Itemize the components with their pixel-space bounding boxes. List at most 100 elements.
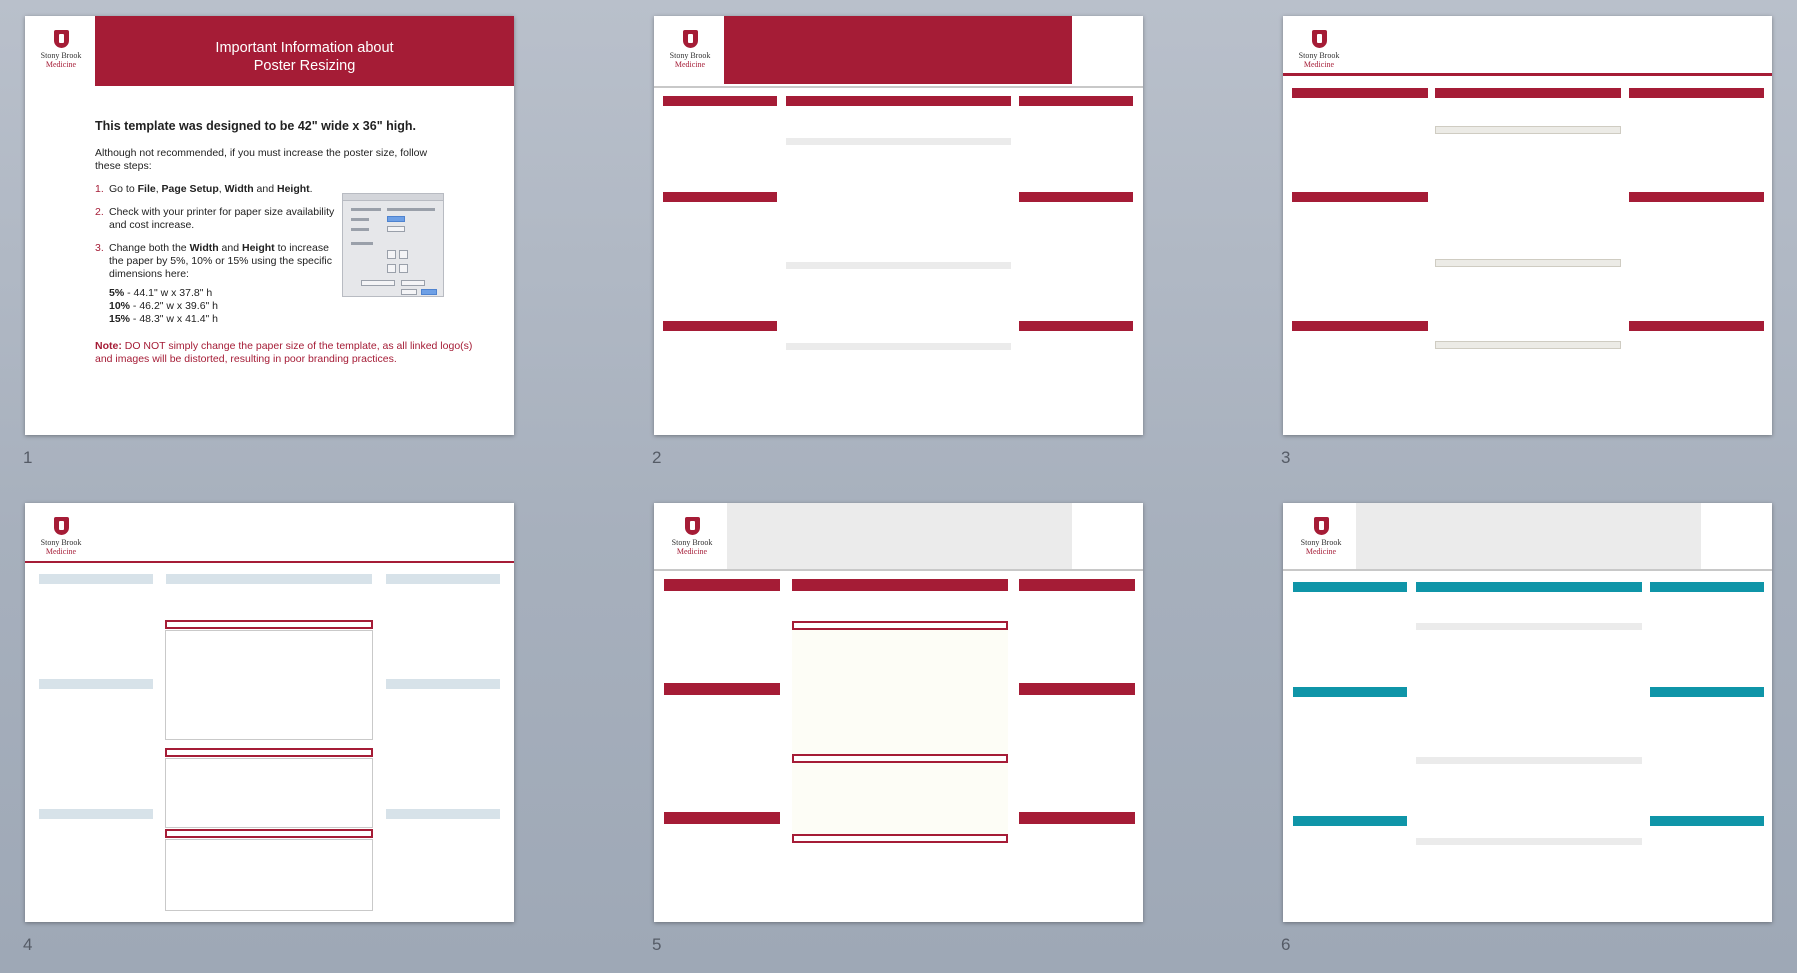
slide-1-thumbnail[interactable]: Stony Brook Medicine Important Informati…	[25, 16, 514, 435]
image-caption-frame	[792, 621, 1008, 630]
step-number: 1.	[95, 183, 104, 195]
header-rule	[25, 561, 514, 563]
section-header	[1293, 816, 1407, 826]
section-header	[664, 683, 780, 695]
section-header	[1293, 582, 1407, 592]
section-header	[1629, 192, 1764, 202]
image-caption-frame	[165, 748, 373, 757]
slide-2-thumbnail[interactable]: Stony Brook Medicine	[654, 16, 1143, 435]
dimension-15: 15% - 48.3" w x 41.4" h	[109, 313, 475, 326]
step3-text: Change both the	[109, 242, 190, 254]
caption-bar	[786, 343, 1011, 350]
section-header	[386, 574, 500, 584]
header-line1: Important Information about	[215, 40, 394, 56]
section-header	[1293, 687, 1407, 697]
section-header	[663, 192, 777, 202]
logo-line1: Stony Brook	[1298, 51, 1340, 60]
slide1-header: Important Information about Poster Resiz…	[95, 16, 514, 86]
step3-text: and	[218, 242, 242, 254]
dialog-line	[351, 228, 369, 231]
header-line2: Poster Resizing	[253, 58, 356, 74]
image-caption-frame	[165, 829, 373, 838]
header-rule	[1283, 73, 1772, 76]
caption-bar	[786, 262, 1011, 269]
slide-3-thumbnail[interactable]: Stony Brook Medicine	[1283, 16, 1772, 435]
shield-icon	[1313, 517, 1329, 535]
section-header	[792, 579, 1008, 591]
section-header	[1650, 816, 1764, 826]
section-header	[166, 574, 372, 584]
section-header	[1292, 321, 1428, 331]
slide1-intro: Although not recommended, if you must in…	[95, 147, 428, 172]
caption-bar	[1416, 623, 1642, 630]
caption-bar	[1416, 838, 1642, 845]
step1-text: and	[253, 183, 277, 195]
step-1: 1. Go to File, Page Setup, Width and Hei…	[95, 183, 340, 196]
section-header	[1650, 582, 1764, 592]
section-header	[663, 96, 777, 106]
section-header	[1019, 192, 1133, 202]
slide1-note: Note: DO NOT simply change the paper siz…	[95, 340, 475, 366]
dim-pct: 10%	[109, 300, 131, 312]
section-header	[1019, 579, 1135, 591]
dialog-line	[351, 218, 369, 221]
section-header	[1629, 321, 1764, 331]
stony-brook-logo: Stony Brook Medicine	[664, 517, 720, 556]
step3-height: Height	[242, 242, 275, 254]
section-header	[1292, 88, 1428, 98]
image-placeholder	[165, 839, 373, 911]
slide-4-thumbnail[interactable]: Stony Brook Medicine	[25, 503, 514, 922]
slide-6-thumbnail[interactable]: Stony Brook Medicine	[1283, 503, 1772, 922]
logo-line2: Medicine	[674, 60, 706, 69]
header-rule	[1283, 569, 1772, 571]
logo-line2: Medicine	[45, 547, 77, 556]
header-rule	[654, 86, 1143, 88]
page-setup-dialog-image	[342, 193, 444, 297]
shield-icon	[684, 517, 700, 535]
image-placeholder	[165, 630, 373, 740]
section-header	[39, 574, 153, 584]
dialog-icon	[387, 264, 396, 273]
dialog-button	[361, 280, 395, 286]
dim-value: - 44.1" w x 37.8" h	[124, 287, 213, 299]
logo-line1: Stony Brook	[669, 51, 711, 60]
section-header	[1019, 96, 1133, 106]
section-header	[1019, 321, 1133, 331]
step-number: 3.	[95, 242, 104, 254]
dialog-ok-button	[421, 289, 437, 295]
section-header	[1435, 88, 1621, 98]
section-header	[1292, 192, 1428, 202]
slide-5-number: 5	[652, 935, 662, 954]
dim-pct: 15%	[109, 313, 131, 325]
dialog-line	[351, 208, 381, 211]
image-caption-frame	[792, 834, 1008, 843]
title-block	[724, 16, 1072, 84]
stony-brook-logo: Stony Brook Medicine	[33, 30, 89, 69]
logo-line1: Stony Brook	[40, 51, 82, 60]
step2-text: Check with your printer for paper size a…	[109, 206, 335, 231]
step1-text: Go to	[109, 183, 138, 195]
dialog-icon	[399, 264, 408, 273]
slide-5-thumbnail[interactable]: Stony Brook Medicine	[654, 503, 1143, 922]
step1-page-setup: Page Setup	[161, 183, 219, 195]
section-header	[664, 579, 780, 591]
section-header	[39, 809, 153, 819]
slide-3-number: 3	[1281, 448, 1291, 467]
section-header	[39, 679, 153, 689]
image-caption-frame	[792, 754, 1008, 763]
dialog-line	[351, 242, 373, 245]
dialog-line	[387, 208, 435, 211]
step-number: 2.	[95, 206, 104, 218]
dialog-field	[387, 226, 405, 232]
image-caption-frame	[165, 620, 373, 629]
slide-2-number: 2	[652, 448, 662, 467]
slide-6-number: 6	[1281, 935, 1291, 954]
dim-value: - 46.2" w x 39.6" h	[130, 300, 219, 312]
step1-file: File	[137, 183, 156, 195]
stony-brook-logo: Stony Brook Medicine	[1293, 517, 1349, 556]
shield-icon	[1311, 30, 1327, 48]
section-header	[386, 809, 500, 819]
dialog-button	[401, 280, 425, 286]
step-2: 2. Check with your printer for paper siz…	[95, 206, 340, 232]
header-rule	[654, 569, 1143, 571]
